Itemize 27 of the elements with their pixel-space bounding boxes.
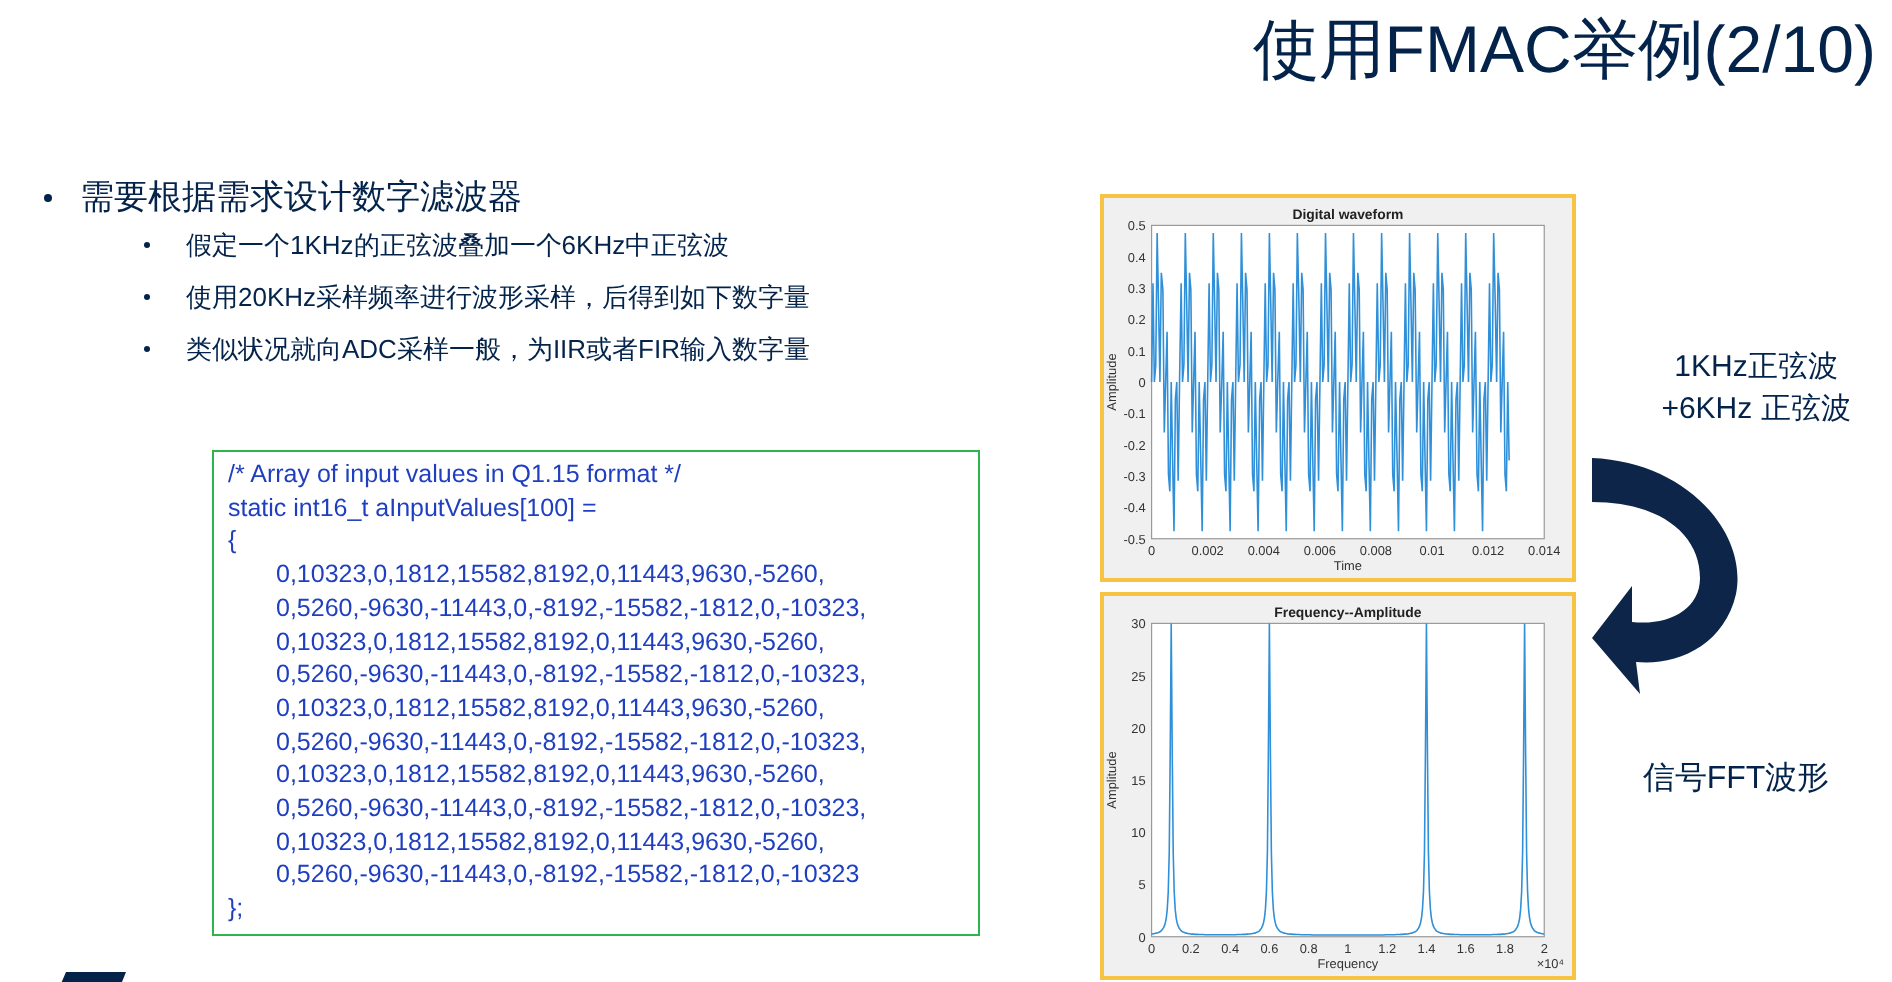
code-line: 0,10323,0,1812,15582,8192,0,11443,9630,-5260, bbox=[274, 825, 827, 859]
bullet-text: 使用20KHz采样频率进行波形采样，后得到如下数字量 bbox=[186, 280, 811, 314]
code-line: 0,10323,0,1812,15582,8192,0,11443,9630,-5260, bbox=[274, 691, 827, 726]
bullet-text: 需要根据需求设计数字滤波器 bbox=[80, 178, 522, 216]
code-line: 0,10323,0,1812,15582,8192,0,11443,9630,-5260, bbox=[274, 558, 827, 592]
bullet-text: 类似状况就向ADC采样一般，为IIR或者FIR输入数字量 bbox=[186, 332, 810, 366]
code-line: 0,5260,-9630,-11443,0,-8192,-15582,-1812,0,-10323, bbox=[274, 725, 869, 759]
code-line: 0,10323,0,1812,15582,8192,0,11443,9630,-5260, bbox=[274, 758, 827, 793]
bullet-icon bbox=[144, 242, 150, 248]
code-line: static int16_t aInputValues[100] = bbox=[228, 491, 599, 525]
signal-label: 1KHz正弦波 bbox=[1672, 348, 1840, 388]
bullet-text: 假定一个1KHz的正弦波叠加一个6KHz中正弦波 bbox=[186, 228, 730, 262]
curved-arrow-icon bbox=[1588, 454, 1744, 698]
code-line: { bbox=[228, 524, 239, 559]
code-line: /* Array of input values in Q1.15 format */ bbox=[228, 458, 684, 492]
bullet-icon bbox=[144, 294, 150, 300]
bullet-icon bbox=[44, 194, 52, 202]
signal-label: +6KHz 正弦波 bbox=[1661, 390, 1851, 430]
slide-title: 使用FMAC举例(2/10) bbox=[1252, 10, 1876, 90]
code-line: 0,5260,-9630,-11443,0,-8192,-15582,-1812,0,-10323, bbox=[274, 792, 869, 826]
bullet-icon bbox=[144, 346, 150, 352]
fft-label: 信号FFT波形 bbox=[1642, 759, 1830, 800]
code-line: 0,10323,0,1812,15582,8192,0,11443,9630,-5260, bbox=[274, 625, 827, 659]
code-line: 0,5260,-9630,-11443,0,-8192,-15582,-1812,0,-10323, bbox=[274, 591, 869, 626]
code-line: 0,5260,-9630,-11443,0,-8192,-15582,-1812,0,-10323, bbox=[274, 658, 869, 692]
code-line: }; bbox=[228, 892, 246, 926]
code-line: 0,5260,-9630,-11443,0,-8192,-15582,-1812,0,-10323 bbox=[274, 858, 862, 893]
